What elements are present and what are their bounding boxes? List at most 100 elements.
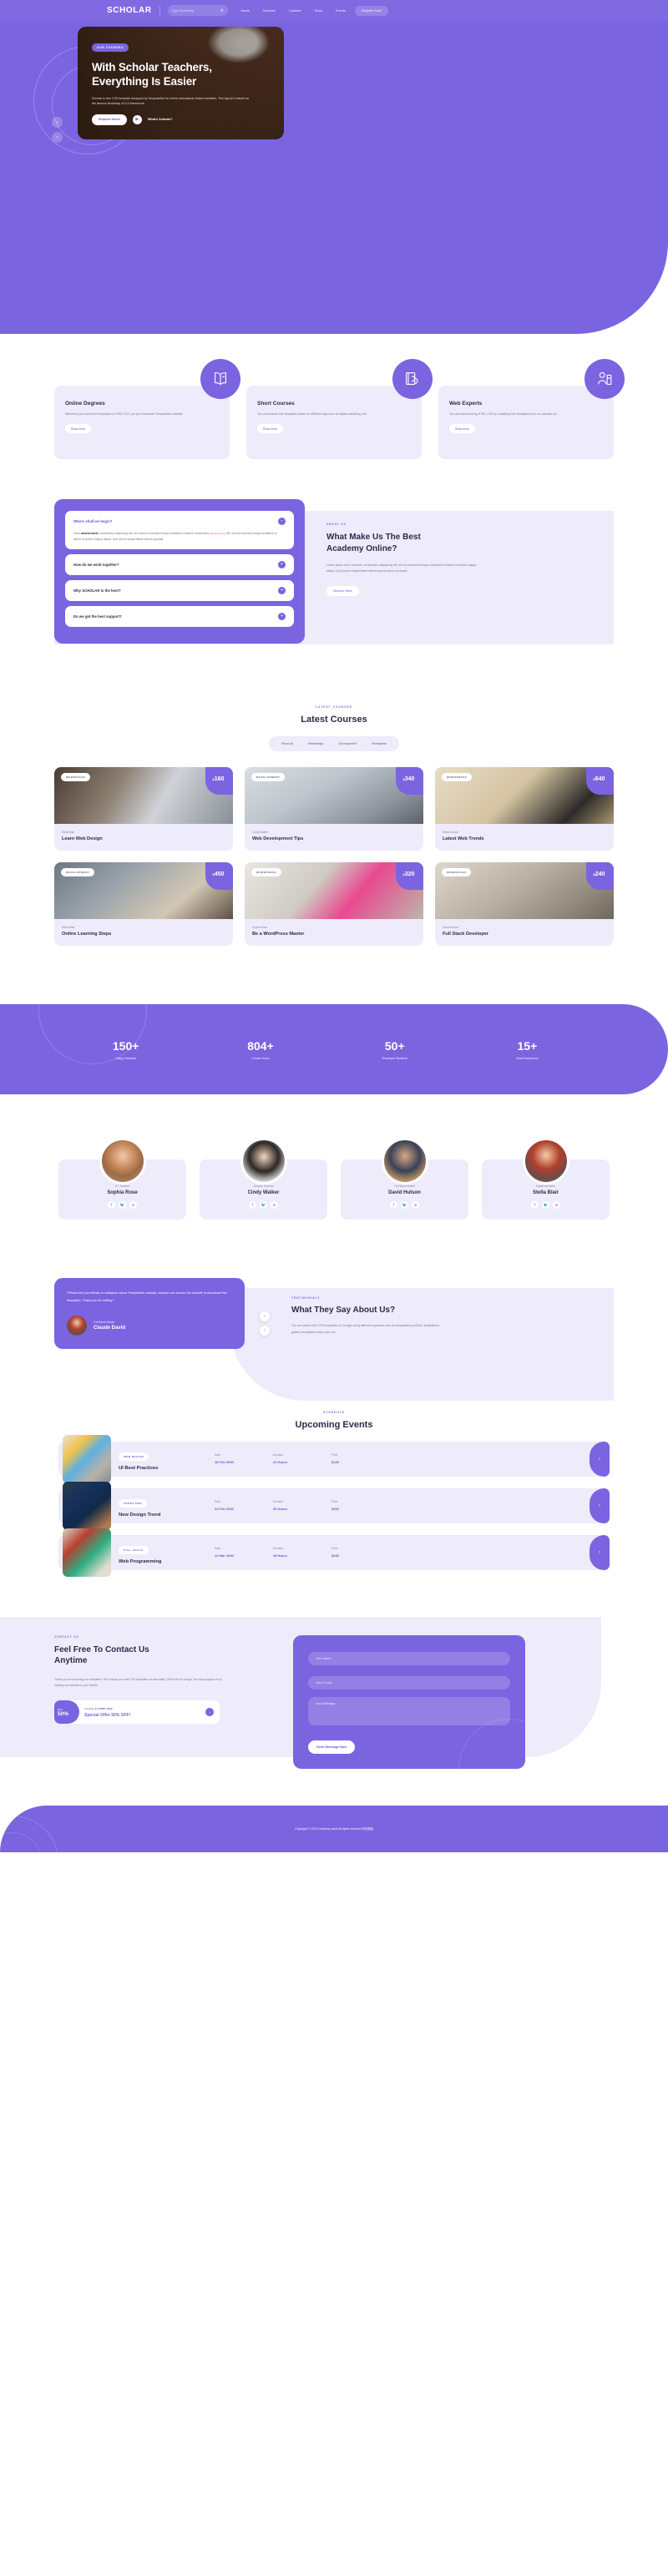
faq-answer-mid: , consectetur adipiscing elit, sed doesn…: [98, 532, 210, 535]
nav-item-services[interactable]: Services: [256, 8, 282, 13]
search-box[interactable]: ⚲: [167, 5, 228, 16]
price-value: 160: [214, 775, 225, 782]
hero-prev-arrow[interactable]: ‹: [52, 117, 63, 128]
discover-more-button[interactable]: Discover More: [326, 585, 359, 597]
send-message-button[interactable]: Send Message Now: [308, 1740, 356, 1754]
faq-expand-icon[interactable]: +: [278, 561, 286, 569]
team-role: Graphic Teacher: [253, 1184, 274, 1189]
stat-number: 804+: [247, 1038, 274, 1053]
feature-title: Short Courses: [257, 401, 295, 407]
play-icon[interactable]: ▶: [132, 114, 142, 124]
facebook-icon[interactable]: f: [531, 1201, 539, 1210]
special-offer-card[interactable]: OFF 50% VALIDE: 24 APRIL 2036 Special Of…: [54, 1700, 220, 1725]
stat-employed-students: 50+ Employed Students: [382, 1039, 407, 1060]
feature-card-short-courses: Short Courses You can browse free templa…: [246, 359, 433, 459]
site-logo[interactable]: SCHOLAR: [107, 6, 160, 15]
request-demo-button[interactable]: Request Demo: [92, 114, 127, 125]
faq-item[interactable]: Why SCHOLAR is the best? +: [65, 580, 294, 602]
event-arrow-icon[interactable]: ›: [590, 1534, 610, 1570]
hero-next-arrow[interactable]: ›: [52, 132, 63, 143]
hero-section: SCHOLAR ⚲ Home Services Courses Team Eve…: [0, 0, 668, 334]
hero-title-line2: Everything Is Easier: [92, 75, 197, 88]
faq-answer-code: adipiscing: [210, 532, 226, 535]
email-field[interactable]: [308, 1675, 510, 1690]
search-input[interactable]: [171, 8, 215, 13]
testimonials-paragraph: You can search free CSS templates on Goo…: [291, 1324, 440, 1334]
testimonials-section: "Please tell your friends or collegues a…: [0, 1278, 668, 1402]
linkedin-icon[interactable]: in: [553, 1201, 560, 1210]
twitter-icon[interactable]: 🐦: [401, 1201, 408, 1210]
event-arrow-icon[interactable]: ›: [590, 1441, 610, 1477]
event-date-value: 12 Mar 2036: [215, 1553, 234, 1558]
facebook-icon[interactable]: f: [390, 1201, 397, 1210]
course-card[interactable]: DEVELOPMENT $340 Cindy Walker Web Develo…: [245, 767, 423, 851]
faq-item[interactable]: Do we get the best support? +: [65, 606, 294, 628]
events-section: SCHEDULE Upcoming Events WEB DESIGN UI B…: [0, 1411, 668, 1577]
filter-development[interactable]: Development: [331, 740, 365, 748]
event-duration-label: Duration:: [273, 1547, 284, 1551]
faq-question: Why SCHOLAR is the best?: [73, 588, 121, 593]
course-card[interactable]: WEBDESIGN $240 David Hutson Full Stack D…: [435, 862, 614, 947]
filter-webdesign[interactable]: Webdesign: [301, 740, 331, 748]
offer-arrow-icon[interactable]: ›: [205, 1708, 214, 1717]
read-more-button[interactable]: Read More: [65, 424, 91, 434]
event-price: Price: $120: [331, 1453, 390, 1464]
faq-item[interactable]: How do we work together? +: [65, 554, 294, 576]
faq-expand-icon[interactable]: +: [278, 613, 286, 621]
event-arrow-icon[interactable]: ›: [590, 1488, 610, 1523]
event-duration: Duration: 30 Hours: [273, 1500, 331, 1511]
courses-header: LATEST COURSES Latest Courses Show All W…: [0, 705, 668, 752]
event-date: Date: 16 Feb 2036: [215, 1453, 273, 1464]
linkedin-icon[interactable]: in: [129, 1201, 137, 1210]
event-row[interactable]: FULL STACK Web Programming Date: 12 Mar …: [58, 1528, 610, 1577]
nav-item-team[interactable]: Team: [307, 8, 329, 13]
offer-title-pre: Special Offer: [84, 1712, 112, 1718]
hero-paragraph: Scholar is free CSS template designed by…: [92, 96, 249, 106]
whats-scholar-link[interactable]: What's Scholar?: [148, 118, 173, 121]
feature-text: You can browse free templates based on d…: [257, 412, 367, 416]
filter-wordpress[interactable]: Wordpress: [364, 740, 394, 748]
read-more-button[interactable]: Read More: [449, 424, 475, 434]
linkedin-icon[interactable]: in: [412, 1201, 419, 1210]
event-row[interactable]: FRONT END New Design Trend Date: 24 Feb …: [58, 1481, 610, 1530]
avatar: [240, 1138, 287, 1185]
nav-item-events[interactable]: Events: [329, 8, 352, 13]
course-card[interactable]: WEBDESIGN $160 Stella Blair Learn Web De…: [54, 767, 233, 851]
stat-label: Years Experience: [515, 1056, 539, 1060]
testimonial-next-arrow[interactable]: ›: [260, 1326, 270, 1336]
course-card[interactable]: DEVELOPMENT $450 Stella Blair Online Lea…: [54, 862, 233, 947]
linkedin-icon[interactable]: in: [271, 1201, 278, 1210]
event-price-label: Price:: [331, 1500, 339, 1504]
nav-item-home[interactable]: Home: [235, 8, 256, 13]
search-icon[interactable]: ⚲: [220, 8, 223, 13]
filter-show-all[interactable]: Show All: [274, 740, 301, 748]
team-socials: f 🐦 in: [67, 1201, 178, 1210]
facebook-icon[interactable]: f: [108, 1201, 115, 1210]
nav-item-courses[interactable]: Courses: [282, 8, 308, 13]
courses-filter-tabs: Show All Webdesign Development Wordpress: [268, 736, 400, 752]
twitter-icon[interactable]: 🐦: [542, 1201, 549, 1210]
team-card: Graphic Teacher Cindy Walker f 🐦 in: [200, 1138, 327, 1220]
testimonials-text-block: TESTIMONIALS What They Say About Us? You…: [291, 1278, 614, 1349]
faq-question: How do we work together?: [73, 563, 119, 568]
testimonial-prev-arrow[interactable]: ‹: [260, 1311, 270, 1322]
faq-expand-icon[interactable]: +: [278, 587, 286, 595]
event-row[interactable]: WEB DESIGN UI Best Practices Date: 16 Fe…: [58, 1434, 610, 1483]
course-card[interactable]: WORDPRESS $640 David Hutson Latest Web T…: [435, 767, 614, 851]
message-field[interactable]: [308, 1696, 510, 1725]
team-name: Sophia Rose: [107, 1190, 138, 1196]
faq-item-open[interactable]: Where shall we begin? − Dolor aimesit am…: [65, 511, 294, 550]
name-field[interactable]: [308, 1651, 510, 1665]
register-now-button[interactable]: Register Now!: [354, 5, 389, 16]
read-more-button[interactable]: Read More: [257, 424, 283, 434]
faq-collapse-icon[interactable]: −: [278, 518, 286, 525]
event-category-badge: FULL STACK: [119, 1546, 149, 1555]
course-card[interactable]: WORDPRESS $320 Sophia Rose Be a WordPres…: [245, 862, 423, 947]
event-title: Web Programming: [119, 1559, 162, 1565]
event-duration-label: Duration:: [273, 1453, 284, 1457]
event-duration-value: 30 Hours: [273, 1507, 288, 1512]
twitter-icon[interactable]: 🐦: [119, 1201, 126, 1210]
facebook-icon[interactable]: f: [249, 1201, 256, 1210]
twitter-icon[interactable]: 🐦: [260, 1201, 267, 1210]
course-thumbnail: DEVELOPMENT $340: [245, 767, 423, 825]
